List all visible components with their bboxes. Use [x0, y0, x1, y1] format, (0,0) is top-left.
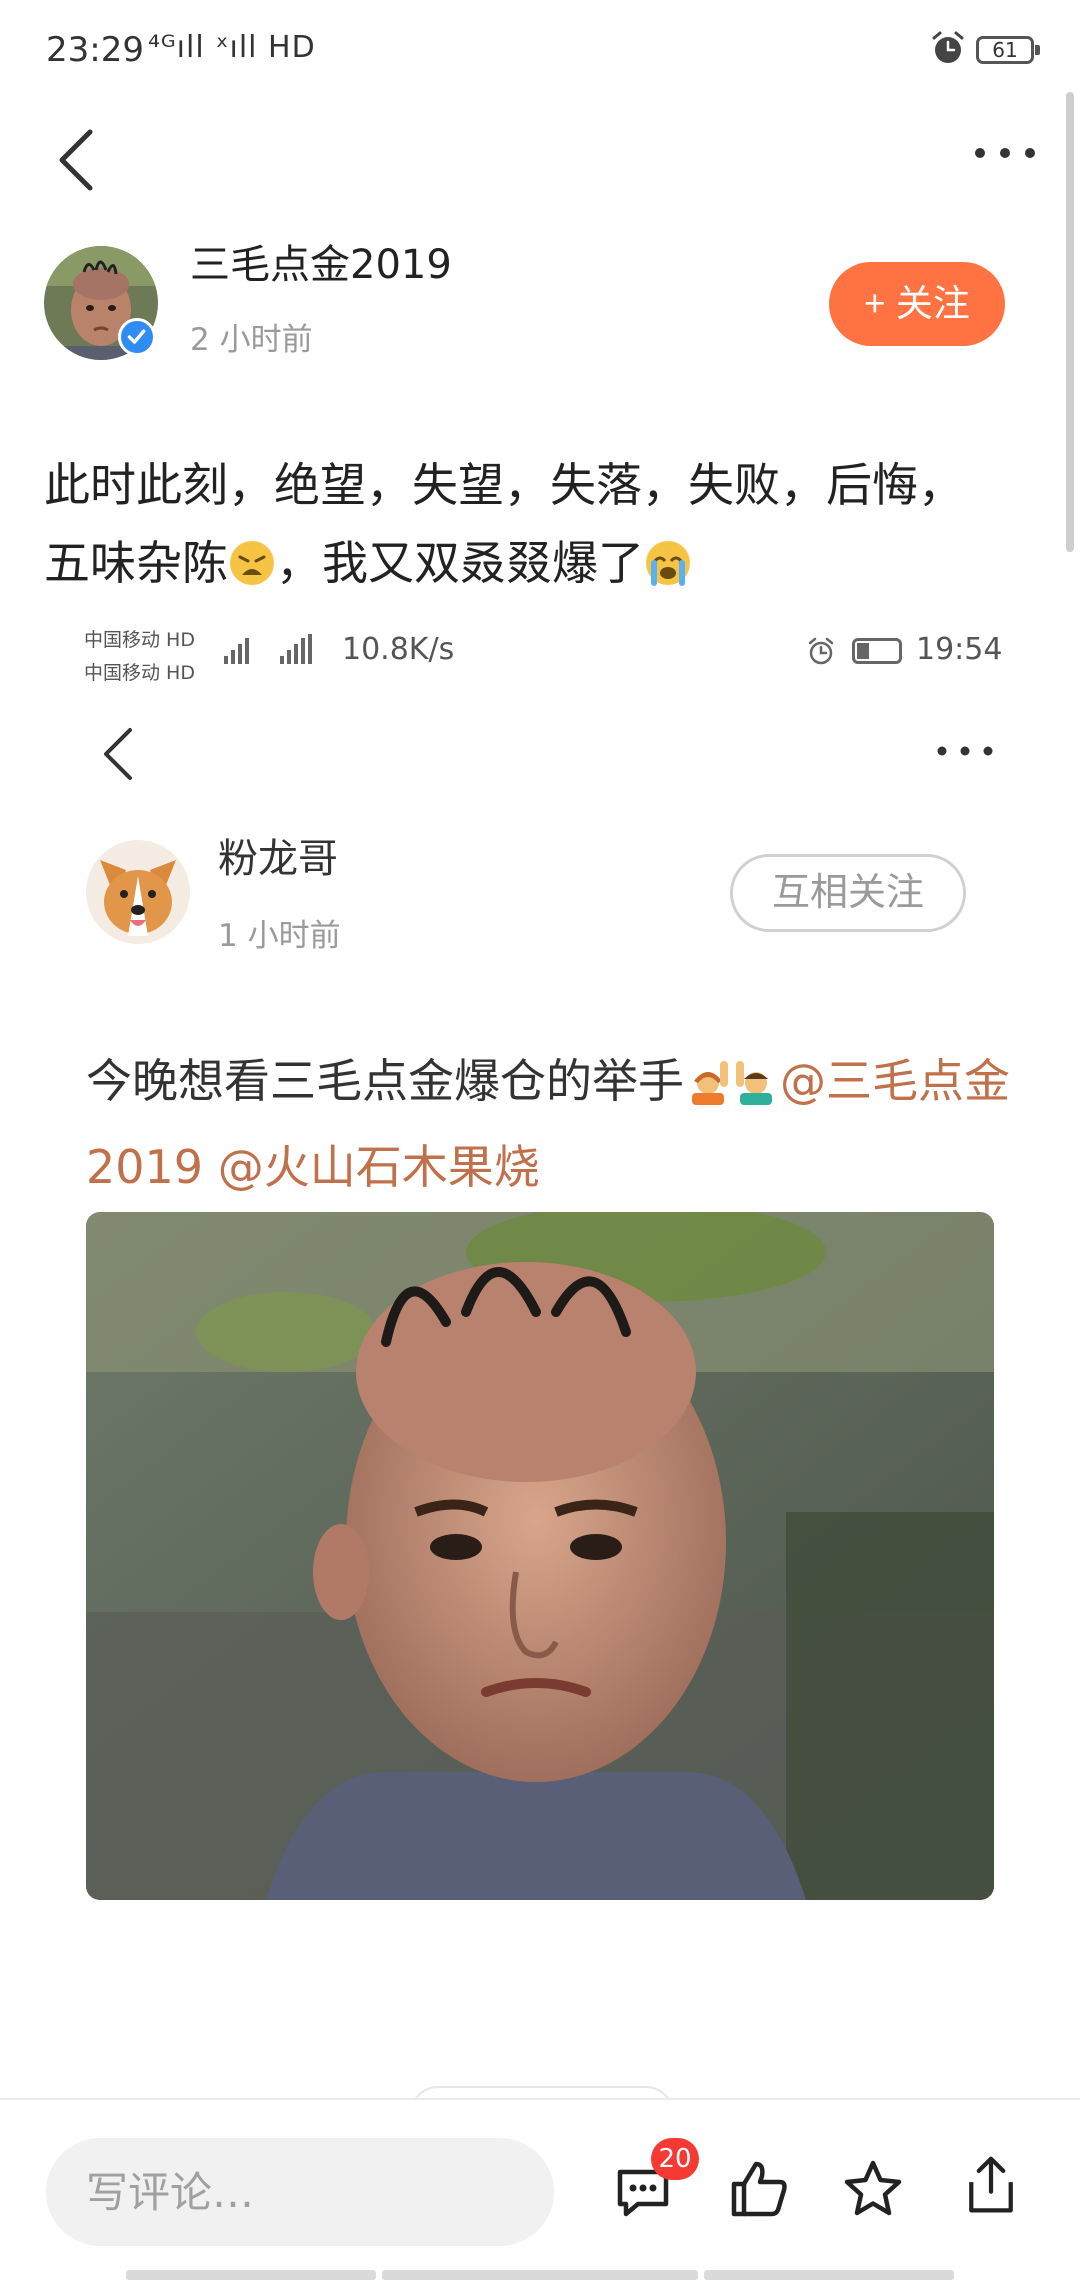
- inner-carrier-line2: 中国移动 HD: [84, 662, 195, 684]
- avatar: [86, 840, 190, 944]
- comment-count-badge: 20: [651, 2138, 699, 2180]
- gesture-segment: [126, 2270, 376, 2280]
- crying-face-icon: [646, 541, 690, 586]
- like-icon[interactable]: [728, 2158, 790, 2220]
- status-network: ⁴ᴳıll ˣıll HD: [148, 30, 316, 65]
- inner-speed: 10.8K/s: [342, 632, 455, 667]
- inner-post-text: 今晚想看三毛点金爆仓的举手 @三毛点金2019 @火山石木果烧: [86, 1038, 1016, 1210]
- inner-post-main: 今晚想看三毛点金爆仓的举手: [86, 1054, 684, 1108]
- inner-author-name: 粉龙哥: [218, 836, 338, 882]
- raising-hand-icon: [736, 1061, 772, 1105]
- more-icon: [937, 746, 993, 756]
- status-time: 23:29: [46, 30, 144, 70]
- raising-hand-icon: [692, 1061, 728, 1105]
- post-photo: [86, 1212, 994, 1900]
- gesture-segment: [382, 2270, 698, 2280]
- mention-link: @火山石木果烧: [217, 1140, 540, 1194]
- more-icon[interactable]: [970, 128, 1040, 178]
- mutual-follow-button: 互相关注: [730, 854, 966, 932]
- alarm-icon: [808, 637, 834, 665]
- back-icon: [104, 728, 132, 780]
- comment-input[interactable]: [46, 2138, 554, 2246]
- star-icon[interactable]: [842, 2158, 904, 2220]
- inner-battery-fill: [857, 643, 869, 659]
- inner-carrier: 中国移动 HD 中国移动 HD: [84, 624, 195, 690]
- inner-clock: 19:54: [916, 632, 1003, 667]
- signal-icon: [224, 634, 312, 664]
- battery-indicator: 61: [976, 36, 1040, 64]
- gesture-bar: [126, 2270, 954, 2280]
- post-time: 2 小时前: [190, 322, 313, 358]
- back-icon[interactable]: [48, 120, 108, 200]
- gesture-segment: [704, 2270, 954, 2280]
- inner-post-time: 1 小时前: [218, 918, 341, 954]
- alarm-icon: [932, 31, 964, 63]
- post-text-part2: ，我又双叒叕爆了: [276, 536, 644, 590]
- verified-icon: [118, 318, 156, 356]
- weary-face-icon: [230, 541, 274, 585]
- follow-button[interactable]: + 关注: [829, 262, 1005, 346]
- inner-carrier-line1: 中国移动 HD: [84, 629, 195, 651]
- author-name[interactable]: 三毛点金2019: [190, 232, 452, 290]
- scrollbar[interactable]: [1066, 92, 1074, 552]
- share-icon[interactable]: [960, 2154, 1022, 2216]
- post-text: 此时此刻，绝望，失望，失落，失败，后悔，五味杂陈 ，我又双叒叕爆了: [44, 446, 1004, 602]
